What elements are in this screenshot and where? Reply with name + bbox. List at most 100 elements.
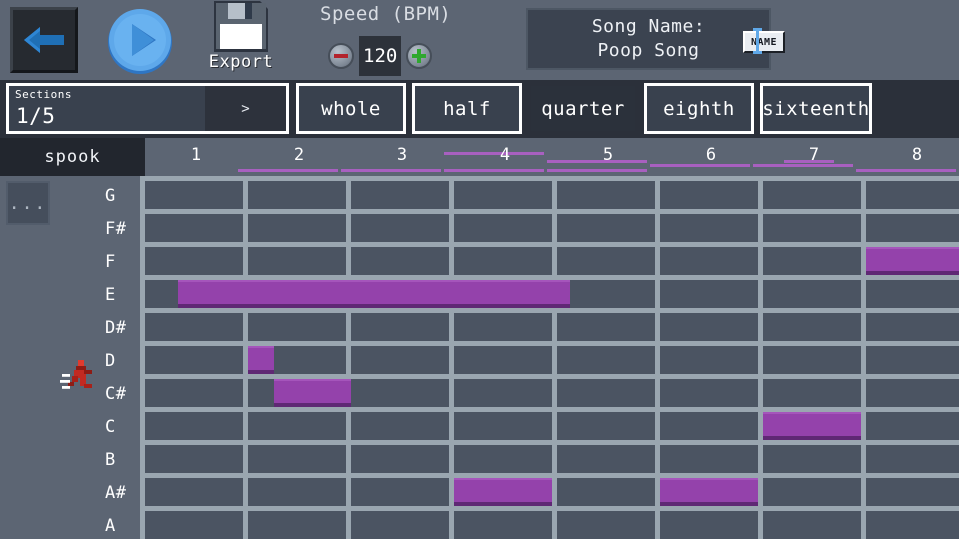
grid-cell[interactable] [557, 346, 655, 374]
grid-cell[interactable] [454, 214, 552, 242]
grid-cell[interactable] [351, 478, 449, 506]
grid-cell[interactable] [866, 445, 959, 473]
grid-cell[interactable] [557, 181, 655, 209]
grid-cell[interactable] [866, 379, 959, 407]
grid-cell[interactable] [557, 412, 655, 440]
grid-cell[interactable] [557, 214, 655, 242]
note-block[interactable] [178, 280, 570, 308]
grid-cell[interactable] [763, 346, 861, 374]
grid-cell[interactable] [557, 445, 655, 473]
grid-cell[interactable] [248, 478, 346, 506]
grid-cell[interactable] [557, 511, 655, 539]
rename-song-button[interactable]: NAME [743, 31, 785, 53]
sections-panel[interactable]: Sections 1/5 > [6, 83, 289, 134]
grid-cell[interactable] [660, 445, 758, 473]
note-grid[interactable] [145, 176, 959, 539]
grid-cell[interactable] [145, 379, 243, 407]
grid-cell[interactable] [351, 379, 449, 407]
note-block[interactable] [454, 478, 552, 506]
grid-cell[interactable] [248, 214, 346, 242]
duration-button-quarter[interactable]: quarter [528, 83, 638, 134]
grid-cell[interactable] [866, 181, 959, 209]
duration-button-half[interactable]: half [412, 83, 522, 134]
grid-cell[interactable] [145, 346, 243, 374]
grid-cell[interactable] [454, 247, 552, 275]
grid-cell[interactable] [454, 379, 552, 407]
grid-cell[interactable] [351, 247, 449, 275]
note-block[interactable] [866, 247, 959, 275]
grid-cell[interactable] [454, 346, 552, 374]
note-block[interactable] [763, 412, 861, 440]
grid-cell[interactable] [660, 247, 758, 275]
grid-cell[interactable] [660, 181, 758, 209]
grid-cell[interactable] [660, 280, 758, 308]
bpm-increase-button[interactable] [406, 43, 432, 69]
note-block[interactable] [274, 379, 300, 407]
note-block[interactable] [248, 346, 274, 374]
grid-cell[interactable] [660, 511, 758, 539]
grid-cell[interactable] [248, 511, 346, 539]
grid-cell[interactable] [557, 313, 655, 341]
grid-cell[interactable] [145, 412, 243, 440]
beat-ruler[interactable]: 12345678 [145, 138, 959, 176]
note-block[interactable] [300, 379, 352, 407]
grid-cell[interactable] [145, 511, 243, 539]
grid-cell[interactable] [763, 247, 861, 275]
grid-cell[interactable] [248, 445, 346, 473]
grid-cell[interactable] [557, 280, 655, 308]
grid-cell[interactable] [248, 412, 346, 440]
grid-cell[interactable] [763, 379, 861, 407]
play-button[interactable] [105, 6, 175, 76]
grid-cell[interactable] [660, 412, 758, 440]
track-options-button[interactable]: ... [6, 181, 50, 225]
grid-cell[interactable] [145, 445, 243, 473]
grid-cell[interactable] [763, 478, 861, 506]
sections-next-button[interactable]: > [205, 86, 286, 131]
grid-cell[interactable] [351, 181, 449, 209]
grid-cell[interactable] [248, 247, 346, 275]
grid-cell[interactable] [557, 379, 655, 407]
grid-cell[interactable] [660, 313, 758, 341]
back-button[interactable] [10, 7, 78, 73]
grid-cell[interactable] [763, 511, 861, 539]
grid-cell[interactable] [454, 313, 552, 341]
duration-button-eighth[interactable]: eighth [644, 83, 754, 134]
grid-cell[interactable] [763, 181, 861, 209]
grid-cell[interactable] [454, 511, 552, 539]
grid-cell[interactable] [866, 412, 959, 440]
grid-cell[interactable] [660, 346, 758, 374]
grid-cell[interactable] [351, 412, 449, 440]
bpm-decrease-button[interactable] [328, 43, 354, 69]
grid-cell[interactable] [763, 214, 861, 242]
grid-cell[interactable] [866, 280, 959, 308]
grid-cell[interactable] [866, 214, 959, 242]
grid-cell[interactable] [557, 478, 655, 506]
grid-cell[interactable] [454, 181, 552, 209]
track-tab-spook[interactable]: spook [0, 138, 145, 176]
grid-cell[interactable] [248, 313, 346, 341]
grid-cell[interactable] [145, 478, 243, 506]
grid-cell[interactable] [351, 346, 449, 374]
grid-cell[interactable] [454, 445, 552, 473]
grid-cell[interactable] [763, 445, 861, 473]
grid-cell[interactable] [351, 511, 449, 539]
grid-cell[interactable] [145, 214, 243, 242]
grid-cell[interactable] [763, 313, 861, 341]
grid-cell[interactable] [763, 280, 861, 308]
note-block[interactable] [660, 478, 758, 506]
grid-cell[interactable] [866, 478, 959, 506]
grid-cell[interactable] [866, 511, 959, 539]
grid-cell[interactable] [351, 313, 449, 341]
grid-cell[interactable] [351, 445, 449, 473]
grid-cell[interactable] [248, 181, 346, 209]
grid-cell[interactable] [145, 181, 243, 209]
export-button[interactable]: Export [198, 0, 284, 78]
grid-cell[interactable] [866, 313, 959, 341]
grid-cell[interactable] [660, 214, 758, 242]
grid-cell[interactable] [866, 346, 959, 374]
grid-cell[interactable] [454, 412, 552, 440]
grid-cell[interactable] [351, 214, 449, 242]
duration-button-sixteenth[interactable]: sixteenth [760, 83, 872, 134]
bpm-value[interactable]: 120 [359, 36, 401, 76]
grid-cell[interactable] [660, 379, 758, 407]
